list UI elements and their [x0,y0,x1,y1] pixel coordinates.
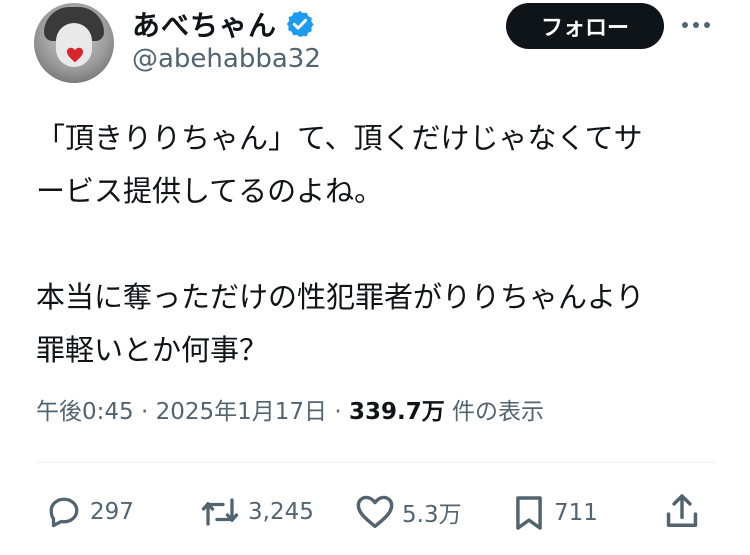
views-label: 件の表示 [444,399,545,425]
repost-icon [201,498,239,526]
like-icon [356,495,394,528]
tweet-line: 罪軽いとか何事？ [36,333,269,367]
divider [36,462,716,463]
reply-count: 297 [90,499,134,525]
repost-button[interactable]: 3,245 [200,494,314,530]
tweet-line: ービス提供してるのよね。 [36,174,384,208]
tweet-meta: 午後0:45 · 2025年1月17日 · 339.7万 件の表示 [36,392,544,426]
meta-separator: · [133,399,156,425]
like-count: 5.3万 [402,502,462,528]
tweet-text: 「頂きりりちゃん」て、頂くだけじゃなくてサ ービス提供してるのよね。 本当に奪っ… [36,112,726,377]
avatar[interactable] [34,3,114,83]
tweet-time[interactable]: 午後0:45 [36,392,134,426]
tweet-date[interactable]: 2025年1月17日 [156,392,327,426]
more-dot [693,22,699,28]
tweet-line: 本当に奪っただけの性犯罪者がりりちゃんより [36,280,645,314]
meta-separator: · [327,399,349,425]
reply-icon [49,497,79,528]
user-handle[interactable]: @abehabba32 [132,44,321,74]
user-name-row[interactable]: あべちゃん [132,4,315,44]
more-icon[interactable] [676,10,716,40]
more-dot [704,22,710,28]
display-name[interactable]: あべちゃん [132,4,277,44]
heart-icon [67,47,83,63]
bookmark-icon [516,496,542,530]
verified-badge-icon [286,10,314,38]
tweet-line-blank [36,218,726,271]
like-button[interactable]: 5.3万 [356,494,462,530]
more-dot [682,22,688,28]
share-button[interactable] [664,492,700,530]
bookmark-button[interactable]: 711 [512,494,598,532]
reply-button[interactable]: 297 [46,494,134,530]
repost-count: 3,245 [248,499,314,525]
views-count[interactable]: 339.7万 [349,392,445,426]
follow-button[interactable]: フォロー [506,3,664,49]
share-icon [666,494,698,527]
bookmark-count: 711 [554,500,598,526]
action-bar: 297 3,245 5.3万 711 [0,488,750,538]
tweet-line: 「頂きりりちゃん」て、頂くだけじゃなくてサ [36,121,643,155]
